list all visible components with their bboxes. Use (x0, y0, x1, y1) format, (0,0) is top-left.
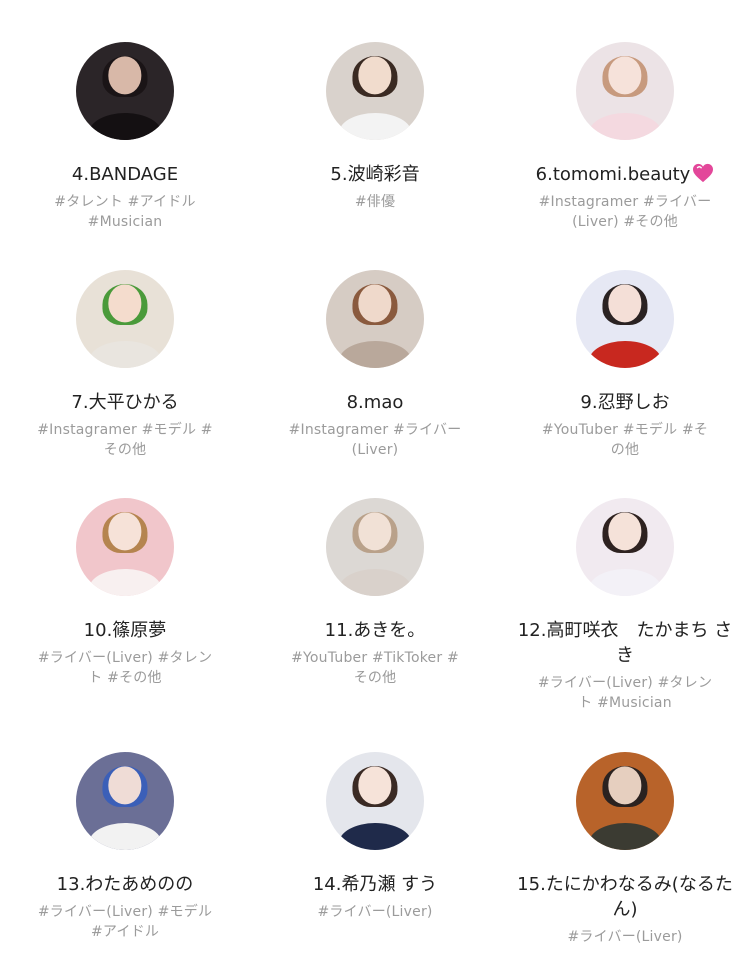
profile-name-text: 14.希乃瀬 すう (312, 874, 438, 895)
profile-avatar[interactable] (326, 270, 424, 368)
profile-avatar[interactable] (76, 752, 174, 850)
profile-name-text: 15.たにかわなるみ(なるたん) (517, 874, 733, 920)
profile-avatar[interactable] (76, 42, 174, 140)
profile-name[interactable]: 9.忍野しお (505, 390, 745, 415)
profile-avatar[interactable] (76, 270, 174, 368)
profile-name[interactable]: 11.あきを。 (255, 618, 495, 643)
profile-name[interactable]: 5.波崎彩音 (255, 162, 495, 187)
profile-name-text: 10.篠原夢 (83, 620, 167, 641)
profile-grid: 4.BANDAGE #タレント #アイドル #Musician 5.波崎彩音 #俳優 6… (0, 0, 749, 953)
profile-card[interactable]: 11.あきを。 #YouTuber #TikToker #その他 (255, 498, 495, 688)
profile-card[interactable]: 14.希乃瀬 すう #ライバー(Liver) (255, 752, 495, 922)
profile-card[interactable]: 10.篠原夢 #ライバー(Liver) #タレント #その他 (5, 498, 245, 688)
profile-tags: #ライバー(Liver) #タレント #Musician (537, 675, 713, 711)
profile-name[interactable]: 6.tomomi.beauty (505, 162, 745, 187)
profile-name-text: 13.わたあめのの (56, 874, 194, 895)
profile-name-text: 7.大平ひかる (71, 392, 179, 413)
profile-card[interactable]: 13.わたあめのの #ライバー(Liver) #モデル #アイドル (5, 752, 245, 942)
profile-name-text: 5.波崎彩音 (330, 164, 420, 185)
profile-avatar[interactable] (576, 752, 674, 850)
profile-tags: #Instagramer #ライバー (Liver) (288, 422, 462, 458)
profile-tags: #Instagramer #ライバー (Liver) #その他 (538, 194, 712, 230)
profile-avatar[interactable] (326, 498, 424, 596)
profile-avatar[interactable] (326, 42, 424, 140)
profile-card[interactable]: 12.高町咲衣 たかまち さき #ライバー(Liver) #タレント #Music… (505, 498, 745, 713)
profile-name[interactable]: 13.わたあめのの (5, 872, 245, 897)
profile-tags: #ライバー(Liver) (317, 904, 433, 920)
profile-name[interactable]: 14.希乃瀬 すう (255, 872, 495, 897)
profile-name-text: 9.忍野しお (580, 392, 670, 413)
profile-avatar[interactable] (576, 270, 674, 368)
profile-card[interactable]: 6.tomomi.beauty #Instagramer #ライバー (Liver… (505, 42, 745, 232)
profile-avatar[interactable] (326, 752, 424, 850)
profile-tags: #タレント #アイドル #Musician (54, 194, 196, 230)
profile-tags: #YouTuber #モデル #その他 (541, 422, 709, 458)
profile-card[interactable]: 15.たにかわなるみ(なるたん) #ライバー(Liver) (505, 752, 745, 947)
profile-name[interactable]: 4.BANDAGE (5, 162, 245, 187)
profile-name-text: 8.mao (346, 392, 404, 413)
profile-card[interactable]: 5.波崎彩音 #俳優 (255, 42, 495, 212)
profile-name-text: 4.BANDAGE (71, 164, 179, 185)
profile-card[interactable]: 7.大平ひかる #Instagramer #モデル #その他 (5, 270, 245, 460)
profile-tags: #俳優 (354, 194, 396, 210)
profile-name[interactable]: 10.篠原夢 (5, 618, 245, 643)
profile-tags: #ライバー(Liver) (567, 929, 683, 945)
profile-name[interactable]: 7.大平ひかる (5, 390, 245, 415)
profile-card[interactable]: 9.忍野しお #YouTuber #モデル #その他 (505, 270, 745, 460)
profile-avatar[interactable] (76, 498, 174, 596)
profile-tags: #ライバー(Liver) #タレント #その他 (37, 650, 213, 686)
profile-tags: #Instagramer #モデル #その他 (37, 422, 213, 458)
profile-tags: #YouTuber #TikToker #その他 (291, 650, 459, 686)
profile-card[interactable]: 4.BANDAGE #タレント #アイドル #Musician (5, 42, 245, 232)
profile-name-text: 12.高町咲衣 たかまち さき (517, 620, 733, 666)
pink-heart-icon (693, 163, 714, 183)
profile-tags: #ライバー(Liver) #モデル #アイドル (37, 904, 213, 940)
profile-card[interactable]: 8.mao #Instagramer #ライバー (Liver) (255, 270, 495, 460)
profile-avatar[interactable] (576, 498, 674, 596)
profile-name-text: 6.tomomi.beauty (535, 164, 691, 185)
profile-name[interactable]: 8.mao (255, 390, 495, 415)
profile-name-text: 11.あきを。 (324, 620, 426, 641)
profile-avatar[interactable] (576, 42, 674, 140)
profile-name[interactable]: 15.たにかわなるみ(なるたん) (505, 872, 745, 922)
profile-name[interactable]: 12.高町咲衣 たかまち さき (505, 618, 745, 668)
